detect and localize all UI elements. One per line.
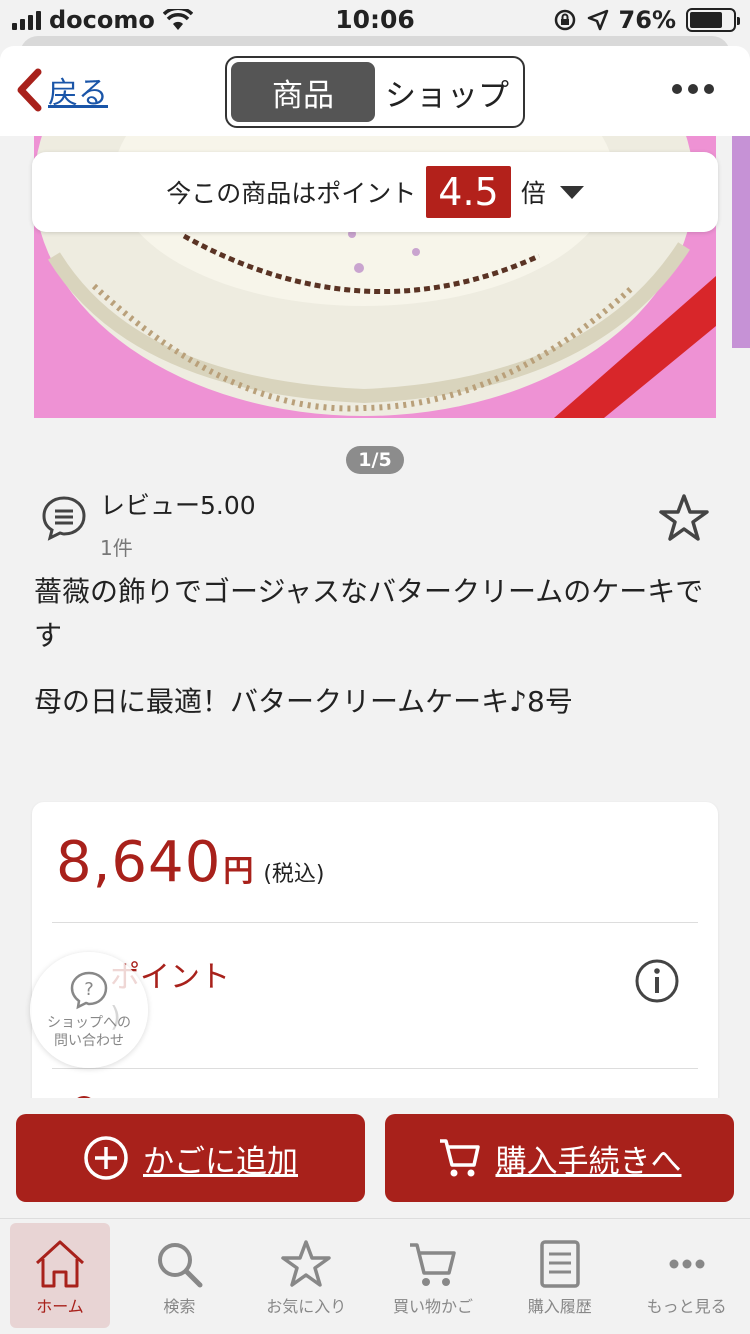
home-icon — [35, 1240, 85, 1288]
checkout-label: 購入手続きへ — [495, 1143, 682, 1180]
tab-label: お気に入り — [266, 1297, 347, 1316]
tab-label: 検索 — [163, 1297, 196, 1316]
plus-circle-icon — [84, 1136, 128, 1180]
speech-bubble-icon — [42, 496, 86, 541]
image-pager: 1/5 — [346, 446, 404, 474]
back-button[interactable]: 戻る — [16, 68, 108, 112]
price-amount: 8,640 — [56, 830, 222, 895]
segment-control: 商品 ショップ — [225, 56, 525, 128]
status-bar: docomo 10:06 76% — [0, 0, 750, 40]
cart-icon — [439, 1139, 480, 1177]
status-right: 76% — [553, 6, 740, 34]
tab-history[interactable]: 購入履歴 — [496, 1219, 623, 1334]
tab-search[interactable]: 検索 — [116, 1219, 243, 1334]
search-icon — [158, 1243, 203, 1288]
favorite-star-icon[interactable] — [658, 492, 710, 544]
more-options-icon[interactable] — [672, 84, 714, 94]
tab-product[interactable]: 商品 — [231, 62, 375, 122]
next-image-peek — [732, 136, 750, 348]
action-bar: かごに追加 購入手続きへ — [0, 1098, 750, 1218]
tab-home[interactable]: ホーム — [10, 1223, 110, 1328]
product-title: 母の日に最適！バタークリームケーキ♪8号 — [34, 685, 573, 718]
points-multiplier: 4.5 — [426, 166, 511, 218]
more-icon — [669, 1259, 705, 1269]
bottom-tab-bar: ホーム 検索 お気に入り 買い物かご 購入履歴 もっと見る — [0, 1218, 750, 1334]
review-summary[interactable]: レビュー5.00 1件 — [40, 486, 256, 561]
product-description: 薔薇の飾りでゴージャスなバタークリームのケーキです — [34, 575, 704, 652]
tab-label: ホーム — [36, 1297, 84, 1316]
points-prefix: 今この商品はポイント — [166, 179, 417, 208]
cart-icon — [409, 1243, 456, 1286]
checkout-button[interactable]: 購入手続きへ — [385, 1114, 734, 1202]
back-label: 戻る — [48, 76, 108, 111]
shop-inquiry-button[interactable]: ? ショップへの 問い合わせ — [30, 952, 148, 1068]
tab-cart[interactable]: 買い物かご — [370, 1219, 497, 1334]
chevron-left-icon — [17, 68, 42, 112]
star-icon — [281, 1240, 331, 1287]
price-row: 8,640 円 (税込) — [56, 830, 325, 895]
tab-label: もっと見る — [646, 1297, 727, 1316]
price-unit: 円 — [223, 854, 254, 889]
question-bubble-icon: ? — [70, 971, 108, 1010]
rotation-lock-icon — [554, 9, 575, 31]
price-tax-label: (税込) — [263, 862, 325, 887]
tab-label: 購入履歴 — [527, 1297, 592, 1316]
caret-down-icon — [559, 185, 584, 199]
tab-shop[interactable]: ショップ — [375, 62, 519, 122]
add-to-cart-button[interactable]: かごに追加 — [16, 1114, 365, 1202]
review-count: 1件 — [100, 536, 133, 560]
divider — [52, 1068, 698, 1069]
svg-text:?: ? — [84, 979, 94, 1000]
tab-favorites[interactable]: お気に入り — [243, 1219, 370, 1334]
tab-more[interactable]: もっと見る — [623, 1219, 750, 1334]
price-card: 8,640 円 (税込) ポイント ) — [32, 802, 718, 1122]
battery-icon — [686, 8, 740, 32]
header: 戻る 商品 ショップ — [0, 46, 750, 136]
location-icon — [587, 9, 608, 31]
divider — [52, 922, 698, 923]
inquiry-label: ショップへの 問い合わせ — [47, 1015, 131, 1049]
battery-percent: 76% — [618, 6, 676, 34]
history-icon — [540, 1240, 580, 1288]
add-to-cart-label: かごに追加 — [143, 1143, 298, 1180]
review-score: レビュー5.00 — [100, 491, 256, 520]
tab-label: 買い物かご — [392, 1297, 473, 1316]
points-suffix: 倍 — [520, 179, 546, 208]
points-banner[interactable]: 今この商品はポイント 4.5 倍 — [32, 152, 718, 232]
info-icon[interactable] — [634, 958, 680, 1004]
